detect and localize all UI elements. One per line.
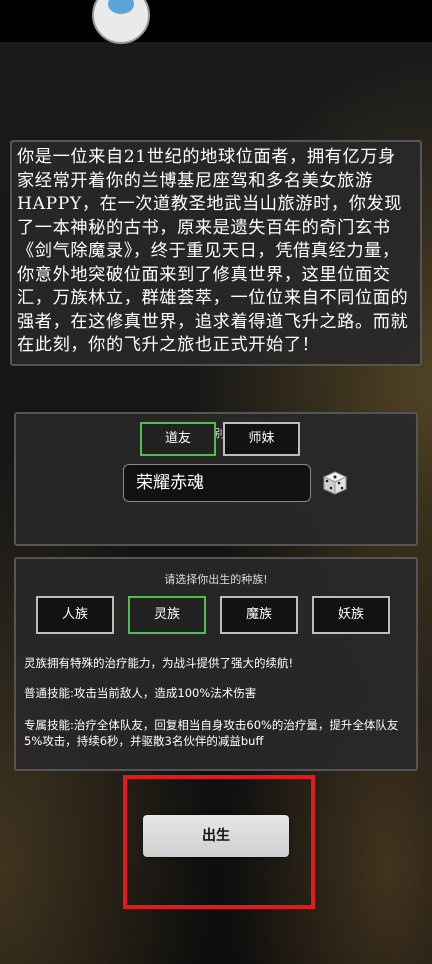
race-option-demon[interactable]: 魔族	[220, 596, 298, 634]
highlight-box	[123, 775, 315, 909]
name-input[interactable]: 荣耀赤魂	[123, 464, 311, 502]
gender-option-daoyou[interactable]: 道友	[140, 422, 216, 456]
race-description: 灵族拥有特殊的治疗能力，为战斗提供了强大的续航!	[24, 656, 294, 670]
story-text: 你是一位来自21世纪的地球位面者，拥有亿万身家经常开着你的兰博基尼座驾和多名美女…	[17, 147, 409, 355]
race-option-spirit[interactable]: 灵族	[128, 596, 206, 634]
race-prompt: 请选择你出生的种族!	[164, 573, 268, 586]
top-bar	[0, 0, 432, 42]
gender-option-shimei[interactable]: 师妹	[223, 422, 300, 456]
dice-icon[interactable]	[322, 470, 348, 496]
story-panel: 你是一位来自21世纪的地球位面者，拥有亿万身家经常开着你的兰博基尼座驾和多名美女…	[10, 140, 422, 366]
normal-skill: 普通技能:攻击当前敌人，造成100%法术伤害	[24, 686, 257, 700]
race-option-human[interactable]: 人族	[36, 596, 114, 634]
race-option-yao[interactable]: 妖族	[312, 596, 390, 634]
race-panel: 请选择你出生的种族! 人族 灵族 魔族 妖族 灵族拥有特殊的治疗能力，为战斗提供…	[14, 557, 418, 771]
gender-panel: 请选择您的性别并输入姓名! 道友 师妹 荣耀赤魂	[14, 412, 418, 546]
special-skill: 专属技能:治疗全体队友，回复相当自身攻击60%的治疗量，提升全体队友5%攻击，持…	[24, 718, 399, 748]
gender-prompt: 请选择您的性别并输入姓名!	[16, 425, 416, 441]
